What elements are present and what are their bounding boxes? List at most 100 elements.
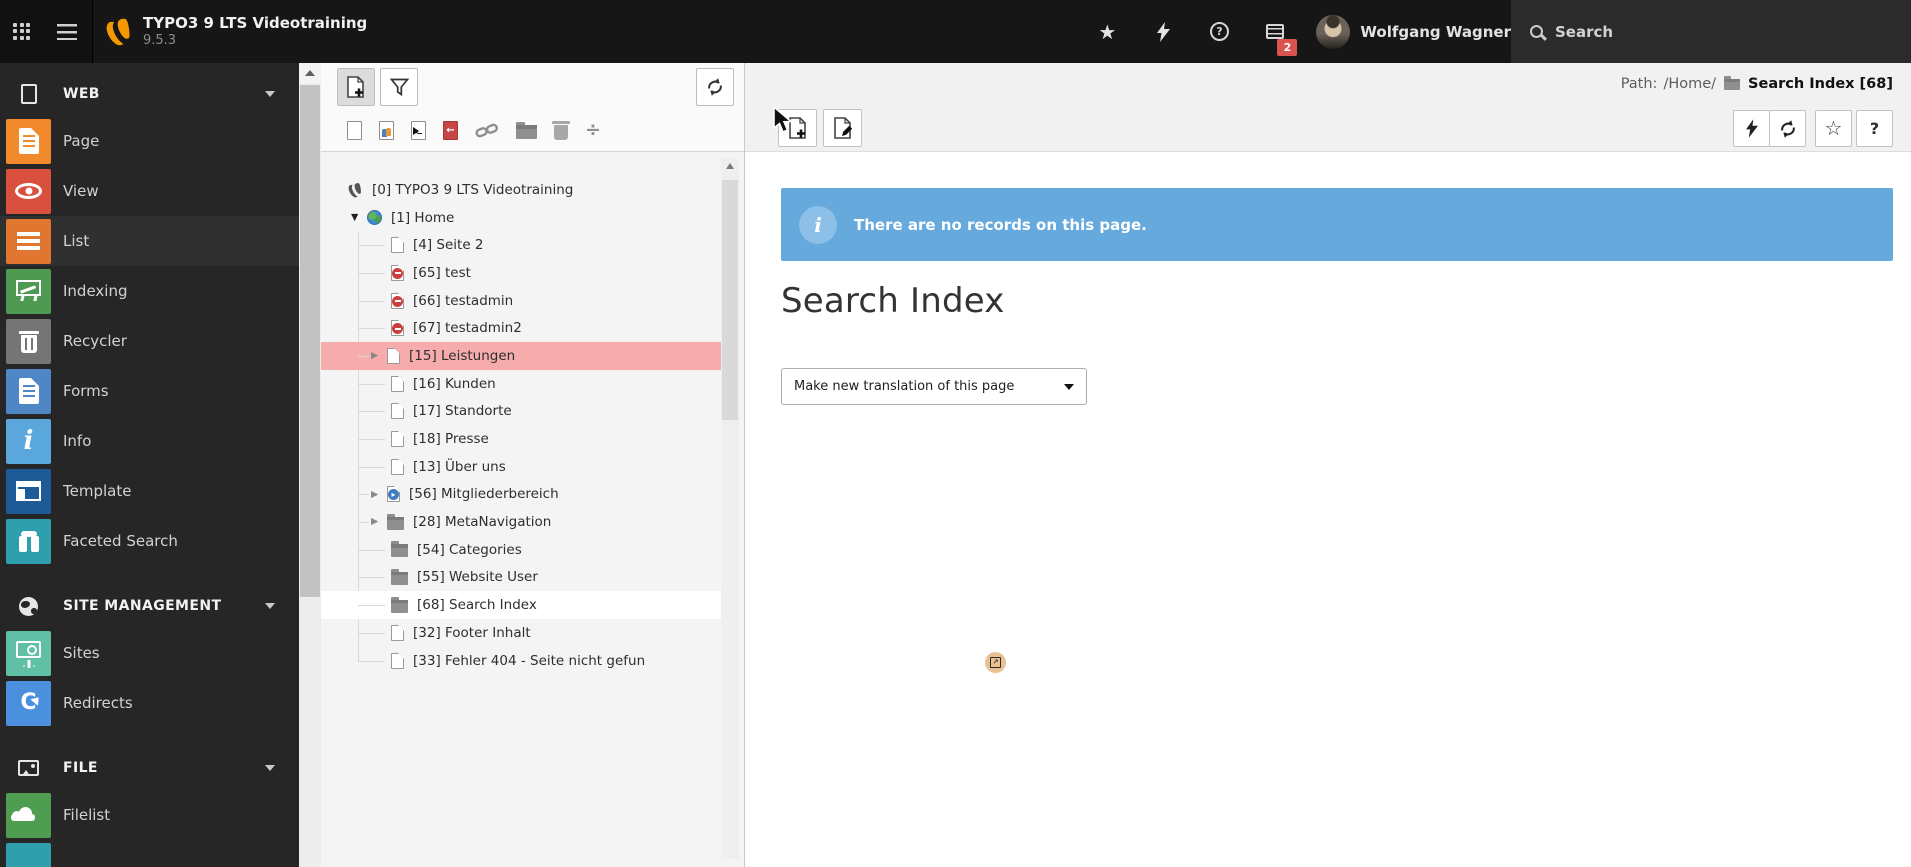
scroll-up-arrow[interactable] xyxy=(721,158,739,174)
hidden-page-icon xyxy=(391,292,404,309)
new-record-icon xyxy=(788,117,806,139)
question-mark-icon: ? xyxy=(1869,119,1880,138)
typo3-logo-block[interactable]: TYPO3 9 LTS Videotraining 9.5.3 xyxy=(93,14,367,49)
collapse-arrow-icon[interactable]: ▼ xyxy=(351,213,367,223)
tree-item-67[interactable]: [67] testadmin2 xyxy=(321,314,724,342)
folder-icon xyxy=(391,568,408,585)
drag-divider-icon[interactable]: ÷ xyxy=(585,120,601,140)
file-group-icon xyxy=(18,760,39,776)
sidebar-item-filelist[interactable]: Filelist xyxy=(0,790,299,840)
bolt-icon xyxy=(1156,21,1170,42)
drag-shortcut-page-icon[interactable] xyxy=(411,120,426,140)
tree-item-55[interactable]: [55] Website User xyxy=(321,564,724,592)
module-menu-scrollbar[interactable] xyxy=(299,63,321,867)
tree-item-15[interactable]: ▶ [15] Leistungen xyxy=(321,342,724,370)
sidebar-item-forms[interactable]: Forms xyxy=(0,366,299,416)
sidebar-group-web[interactable]: WEB xyxy=(0,72,299,116)
edit-page-icon xyxy=(833,117,852,139)
avatar xyxy=(1316,14,1351,49)
template-module-icon xyxy=(6,468,51,514)
chevron-down-icon xyxy=(265,765,275,776)
doc-header: Path: /Home/ Search Index [68] ☆ ? xyxy=(745,63,1911,152)
sidebar-item-info[interactable]: i Info xyxy=(0,416,299,466)
tree-item-66[interactable]: [66] testadmin xyxy=(321,287,724,315)
scroll-up-arrow[interactable] xyxy=(299,63,321,83)
tree-item-18[interactable]: [18] Presse xyxy=(321,425,724,453)
tree-item-68-selected[interactable]: [68] Search Index xyxy=(321,591,724,619)
cache-button[interactable] xyxy=(1733,110,1770,147)
new-page-button[interactable] xyxy=(337,68,375,106)
hidden-page-icon xyxy=(391,320,404,337)
bookmark-toolbar-item[interactable]: ★ xyxy=(1092,17,1122,47)
tree-item-4[interactable]: [4] Seite 2 xyxy=(321,231,724,259)
module-menu: WEB Page View List Indexing Recycler For… xyxy=(0,63,299,867)
global-search[interactable]: Search xyxy=(1511,0,1911,63)
expand-arrow-icon[interactable]: ▶ xyxy=(371,351,387,361)
refresh-tree-button[interactable] xyxy=(696,68,734,106)
drag-folder-icon[interactable] xyxy=(516,121,537,139)
help-toolbar-item[interactable]: ? xyxy=(1204,17,1234,47)
tree-item-16[interactable]: [16] Kunden xyxy=(321,370,724,398)
scrollbar-thumb[interactable] xyxy=(722,180,738,420)
drag-recycler-icon[interactable] xyxy=(552,121,570,140)
page-icon xyxy=(391,458,404,475)
sidebar-item-partial[interactable] xyxy=(6,843,51,867)
page-tree-toolbar: ÷ xyxy=(321,63,744,152)
sidebar-item-recycler[interactable]: Recycler xyxy=(0,316,299,366)
module-list-icon[interactable] xyxy=(57,23,77,40)
list-module-icon xyxy=(6,218,51,264)
indexing-module-icon xyxy=(6,268,51,314)
tree-item-65[interactable]: [65] test xyxy=(321,259,724,287)
tree-item-56[interactable]: ▶ [56] Mitgliederbereich xyxy=(321,481,724,509)
sidebar-item-sites[interactable]: Sites xyxy=(0,628,299,678)
drag-backend-user-section-icon[interactable] xyxy=(379,120,394,140)
edit-page-button[interactable] xyxy=(823,109,862,147)
expand-arrow-icon[interactable]: ▶ xyxy=(371,490,387,500)
sidebar-item-faceted-search[interactable]: Faceted Search xyxy=(0,516,299,566)
sidebar-group-site-management[interactable]: SITE MANAGEMENT xyxy=(0,584,299,628)
drag-new-page-icon[interactable] xyxy=(347,120,362,140)
tree-item-28[interactable]: ▶ [28] MetaNavigation xyxy=(321,508,724,536)
tree-item-54[interactable]: [54] Categories xyxy=(321,536,724,564)
reload-button[interactable] xyxy=(1769,110,1806,147)
page-icon xyxy=(391,375,404,392)
user-toolbar-item[interactable]: Wolfgang Wagner xyxy=(1316,14,1511,49)
clear-cache-toolbar-item[interactable] xyxy=(1148,17,1178,47)
bolt-icon xyxy=(1745,119,1758,138)
folder-icon xyxy=(391,596,408,613)
sidebar-item-view[interactable]: View xyxy=(0,166,299,216)
sidebar-item-indexing[interactable]: Indexing xyxy=(0,266,299,316)
tree-item-17[interactable]: [17] Standorte xyxy=(321,398,724,426)
tree-item-33[interactable]: [33] Fehler 404 - Seite nicht gefun xyxy=(321,647,724,675)
create-new-record-button[interactable] xyxy=(778,109,817,147)
scrollbar-thumb[interactable] xyxy=(300,85,320,597)
sidebar-item-template[interactable]: Template xyxy=(0,466,299,516)
tree-item-13[interactable]: [13] Über uns xyxy=(321,453,724,481)
info-icon: i xyxy=(799,205,837,244)
sidebar-group-file[interactable]: FILE xyxy=(0,746,299,790)
sidebar-item-page[interactable]: Page xyxy=(0,116,299,166)
page-tree-scrollbar[interactable] xyxy=(721,158,739,859)
typo3-root-icon xyxy=(348,183,361,198)
site-root-globe-icon xyxy=(367,210,382,226)
content-area: Path: /Home/ Search Index [68] ☆ ? i The… xyxy=(745,63,1911,867)
sidebar-item-list[interactable]: List xyxy=(0,216,299,266)
expand-arrow-icon[interactable]: ▶ xyxy=(371,517,387,527)
tree-item-0-root[interactable]: [0] TYPO3 9 LTS Videotraining xyxy=(321,176,724,204)
bookmark-button[interactable]: ☆ xyxy=(1815,110,1852,147)
sidebar-item-redirects[interactable]: C Redirects xyxy=(0,678,299,728)
page-module-icon xyxy=(6,118,51,164)
apps-grid-icon[interactable] xyxy=(13,22,31,41)
page-tree: [0] TYPO3 9 LTS Videotraining ▼ [1] Home… xyxy=(321,155,744,867)
help-button[interactable]: ? xyxy=(1856,110,1893,147)
tree-item-32[interactable]: [32] Footer Inhalt xyxy=(321,619,724,647)
system-information-toolbar-item[interactable]: 2 xyxy=(1260,17,1298,56)
drag-mountpoint-page-icon[interactable] xyxy=(443,120,458,140)
filter-button[interactable] xyxy=(380,68,418,106)
breadcrumb: Path: /Home/ Search Index [68] xyxy=(1620,76,1893,92)
page-icon xyxy=(391,652,404,669)
translation-select[interactable]: Make new translation of this page xyxy=(781,368,1087,405)
drag-link-page-icon[interactable] xyxy=(475,123,499,138)
tree-item-1-home[interactable]: ▼ [1] Home xyxy=(321,204,724,232)
shortcut-page-icon xyxy=(387,486,400,503)
